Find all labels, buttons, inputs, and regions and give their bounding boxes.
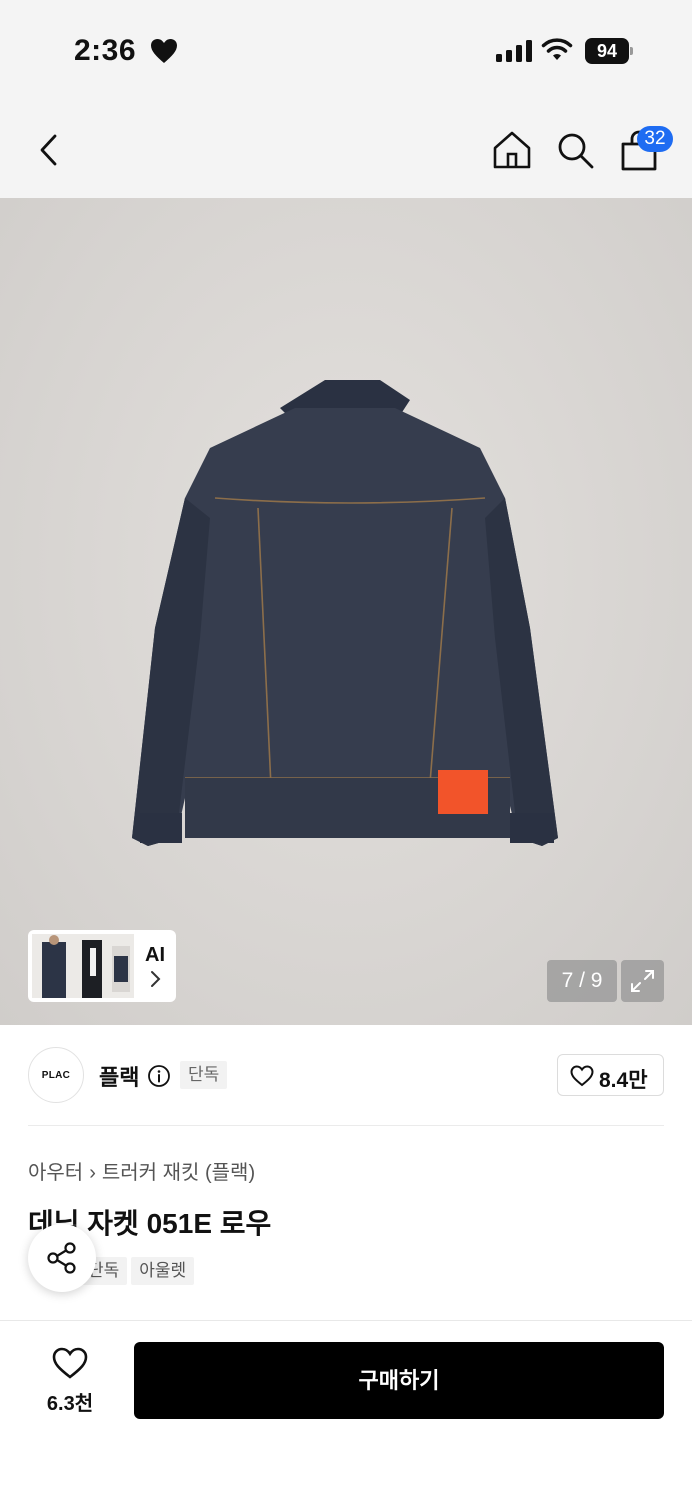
tag-outlet: 아울렛: [131, 1257, 195, 1285]
expand-button[interactable]: [621, 960, 664, 1002]
signal-icon: [496, 40, 532, 62]
cart-count-badge: 32: [637, 126, 673, 152]
heart-icon: [151, 39, 177, 63]
thumbnail-images: [32, 934, 134, 998]
brand-logo[interactable]: PLAC: [28, 1047, 84, 1103]
heart-icon: [52, 1347, 88, 1379]
battery-icon: 94: [585, 38, 633, 64]
back-chevron-icon[interactable]: [30, 130, 70, 170]
brand-like-button[interactable]: 8.4만: [557, 1054, 664, 1096]
exclusive-tag: 단독: [180, 1061, 228, 1089]
breadcrumb-category[interactable]: 아우터: [28, 1162, 83, 1184]
search-icon[interactable]: [555, 130, 595, 170]
wishlist-button[interactable]: 6.3천: [34, 1345, 106, 1417]
product-image[interactable]: AI 7 / 9: [0, 198, 692, 1025]
wishlist-count: 6.3천: [46, 1393, 94, 1415]
heart-icon: [570, 1065, 594, 1087]
product-tags: 단독 아울렛: [80, 1257, 198, 1285]
divider: [28, 1125, 664, 1126]
brand-name[interactable]: 플랙: [99, 1060, 139, 1092]
home-icon[interactable]: [492, 130, 532, 170]
expand-icon: [631, 970, 654, 992]
jacket-photo: [132, 380, 558, 846]
share-icon: [47, 1242, 76, 1274]
page-indicator: 7 / 9: [547, 960, 617, 1002]
breadcrumb: 아우터 › 트러커 재킷 (플랙): [28, 1156, 255, 1185]
wifi-icon: [541, 38, 573, 60]
brand-like-count: 8.4만: [599, 1069, 648, 1092]
share-button[interactable]: [28, 1224, 96, 1292]
buy-button[interactable]: 구매하기: [134, 1342, 664, 1419]
breadcrumb-subcategory[interactable]: 트러커 재킷 (플랙): [102, 1162, 255, 1184]
info-icon[interactable]: [147, 1064, 171, 1088]
status-bar: 2:36 94: [0, 0, 692, 100]
status-time: 2:36: [74, 34, 137, 67]
chevron-right-icon: [151, 971, 161, 987]
battery-level: 94: [585, 38, 629, 64]
chevron-right-icon: ›: [89, 1162, 96, 1184]
ai-label: AI: [145, 944, 165, 966]
